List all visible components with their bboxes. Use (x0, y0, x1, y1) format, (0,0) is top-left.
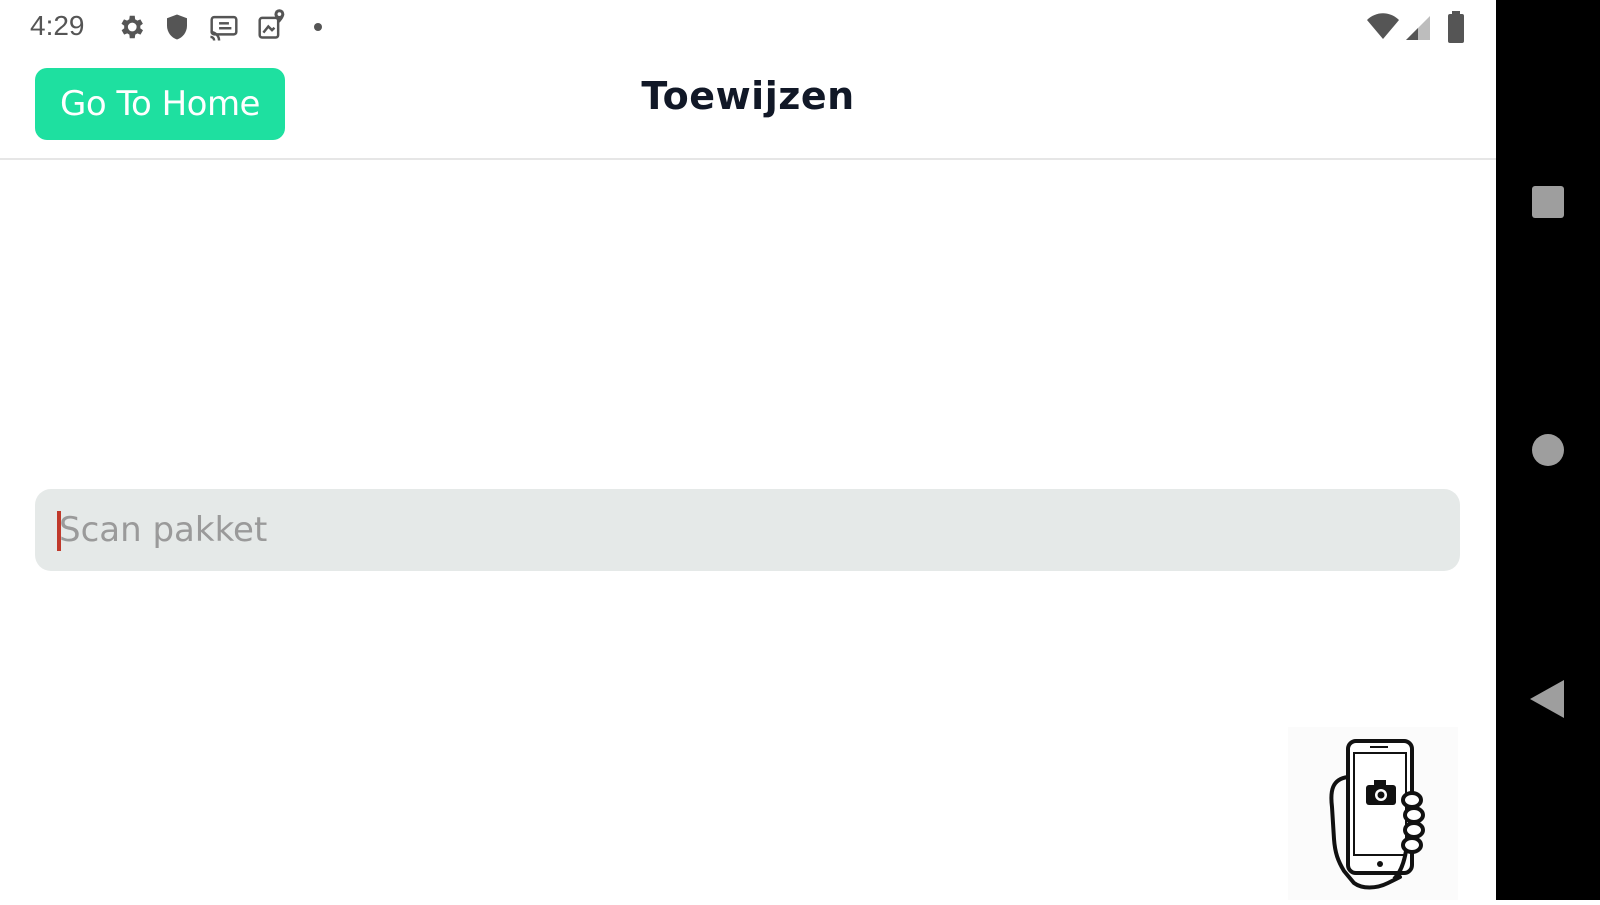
signal-icon (1404, 14, 1432, 44)
gear-icon (116, 12, 146, 42)
shield-icon (162, 12, 192, 42)
scan-package-input[interactable] (57, 489, 1439, 571)
nav-home-button[interactable] (1532, 434, 1564, 466)
camera-scan-button[interactable] (1288, 727, 1458, 900)
status-time: 4:29 (30, 10, 85, 41)
recents-button[interactable] (1532, 186, 1564, 218)
battery-icon (1447, 11, 1465, 43)
notification-dot-icon (312, 20, 324, 32)
location-sim-icon (257, 8, 287, 39)
page-title: Toewijzen (641, 74, 855, 118)
text-caret (57, 511, 61, 551)
cast-icon (208, 12, 238, 42)
status-bar: 4:29 (0, 0, 1496, 54)
phone-camera-scan-icon (1329, 739, 1425, 890)
app-header: Go To Home Toewijzen (0, 54, 1496, 160)
app-screen: 4:29 Go To Home Toewijzen Scan pakket (0, 0, 1496, 900)
back-button[interactable] (1530, 680, 1564, 718)
android-nav-bar (1496, 0, 1600, 900)
scan-field[interactable] (35, 489, 1460, 571)
wifi-icon (1366, 12, 1400, 42)
